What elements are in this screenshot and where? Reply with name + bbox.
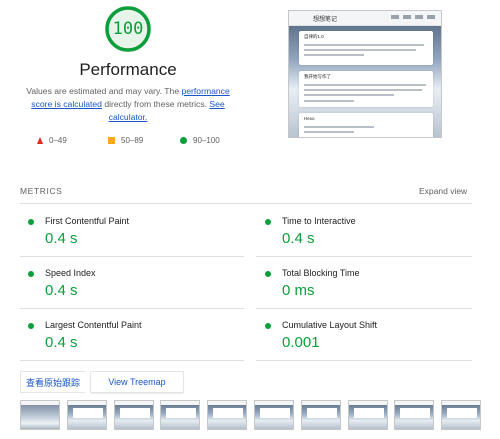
pass-circle-icon [265,323,271,329]
filmstrip-frame [347,400,388,430]
filmstrip-frame [254,400,294,430]
view-original-trace-button[interactable]: 查看原始跟踪 [20,371,86,393]
thumbnail-post-title: 自律的1.0 [304,34,324,39]
metric-label: Largest Contentful Paint [45,320,142,330]
view-treemap-button[interactable]: View Treemap [90,371,184,393]
filmstrip-frame [113,400,154,430]
thumbnail-post-card: 我开始写作了 [299,71,433,107]
metrics-divider [256,360,472,361]
legend-fail-label: 0–49 [49,136,67,145]
metric-label: Total Blocking Time [282,268,360,278]
metrics-heading: METRICS [20,186,63,196]
legend-fail: 0–49 [37,136,67,145]
pass-circle-icon [265,271,271,277]
thumbnail-post-title: 我开始写作了 [304,74,331,79]
filmstrip-frame [160,400,201,430]
filmstrip-frame [66,400,107,430]
metric-label: Speed Index [45,268,96,278]
filmstrip-frame [441,400,482,430]
pass-circle-icon [180,137,187,144]
metric-label: Cumulative Layout Shift [282,320,378,330]
pass-circle-icon [28,271,34,277]
legend-pass: 90–100 [180,136,220,145]
metric-value: 0.4 s [45,230,78,247]
metrics-divider [20,360,244,361]
metrics-divider [20,256,244,257]
pass-circle-icon [28,323,34,329]
metric-value: 0.4 s [282,230,315,247]
thumbnail-post-card: Hexo [299,113,433,137]
thumbnail-post-card: 自律的1.0 [299,31,433,65]
thumbnail-nav [391,15,435,19]
metrics-divider [256,308,472,309]
description-text-2: directly from these metrics. [101,99,210,109]
average-square-icon [108,137,115,144]
thumbnail-topbar: 想想笔记 [289,11,441,26]
filmstrip-frame [394,400,435,430]
performance-score: 100 [112,19,144,39]
metric-value: 0.001 [282,334,320,351]
filmstrip-frame [207,400,248,430]
pass-circle-icon [28,219,34,225]
expand-view-toggle[interactable]: Expand view [419,186,467,196]
page-screenshot-thumbnail[interactable]: 想想笔记 自律的1.0 我开始写作了 Hexo [288,10,442,138]
metric-label: First Contentful Paint [45,216,130,226]
metrics-divider [20,308,244,309]
legend-average-label: 50–89 [121,136,144,145]
metric-value: 0.4 s [45,334,78,351]
metrics-divider [20,203,472,204]
metric-value: 0 ms [282,282,315,299]
legend-pass-label: 90–100 [193,136,220,145]
performance-description: Values are estimated and may vary. The p… [20,85,236,124]
metric-value: 0.4 s [45,282,78,299]
metrics-divider [256,256,472,257]
pass-circle-icon [265,219,271,225]
filmstrip-frame [300,400,341,430]
filmstrip-frame [20,400,60,430]
metric-label: Time to Interactive [282,216,356,226]
performance-title: Performance [79,60,177,79]
legend-average: 50–89 [108,136,143,145]
thumbnail-site-name: 想想笔记 [313,17,338,23]
thumbnail-post-title: Hexo [304,116,315,121]
fail-triangle-icon [37,137,43,144]
description-text-1: Values are estimated and may vary. The [26,86,182,96]
